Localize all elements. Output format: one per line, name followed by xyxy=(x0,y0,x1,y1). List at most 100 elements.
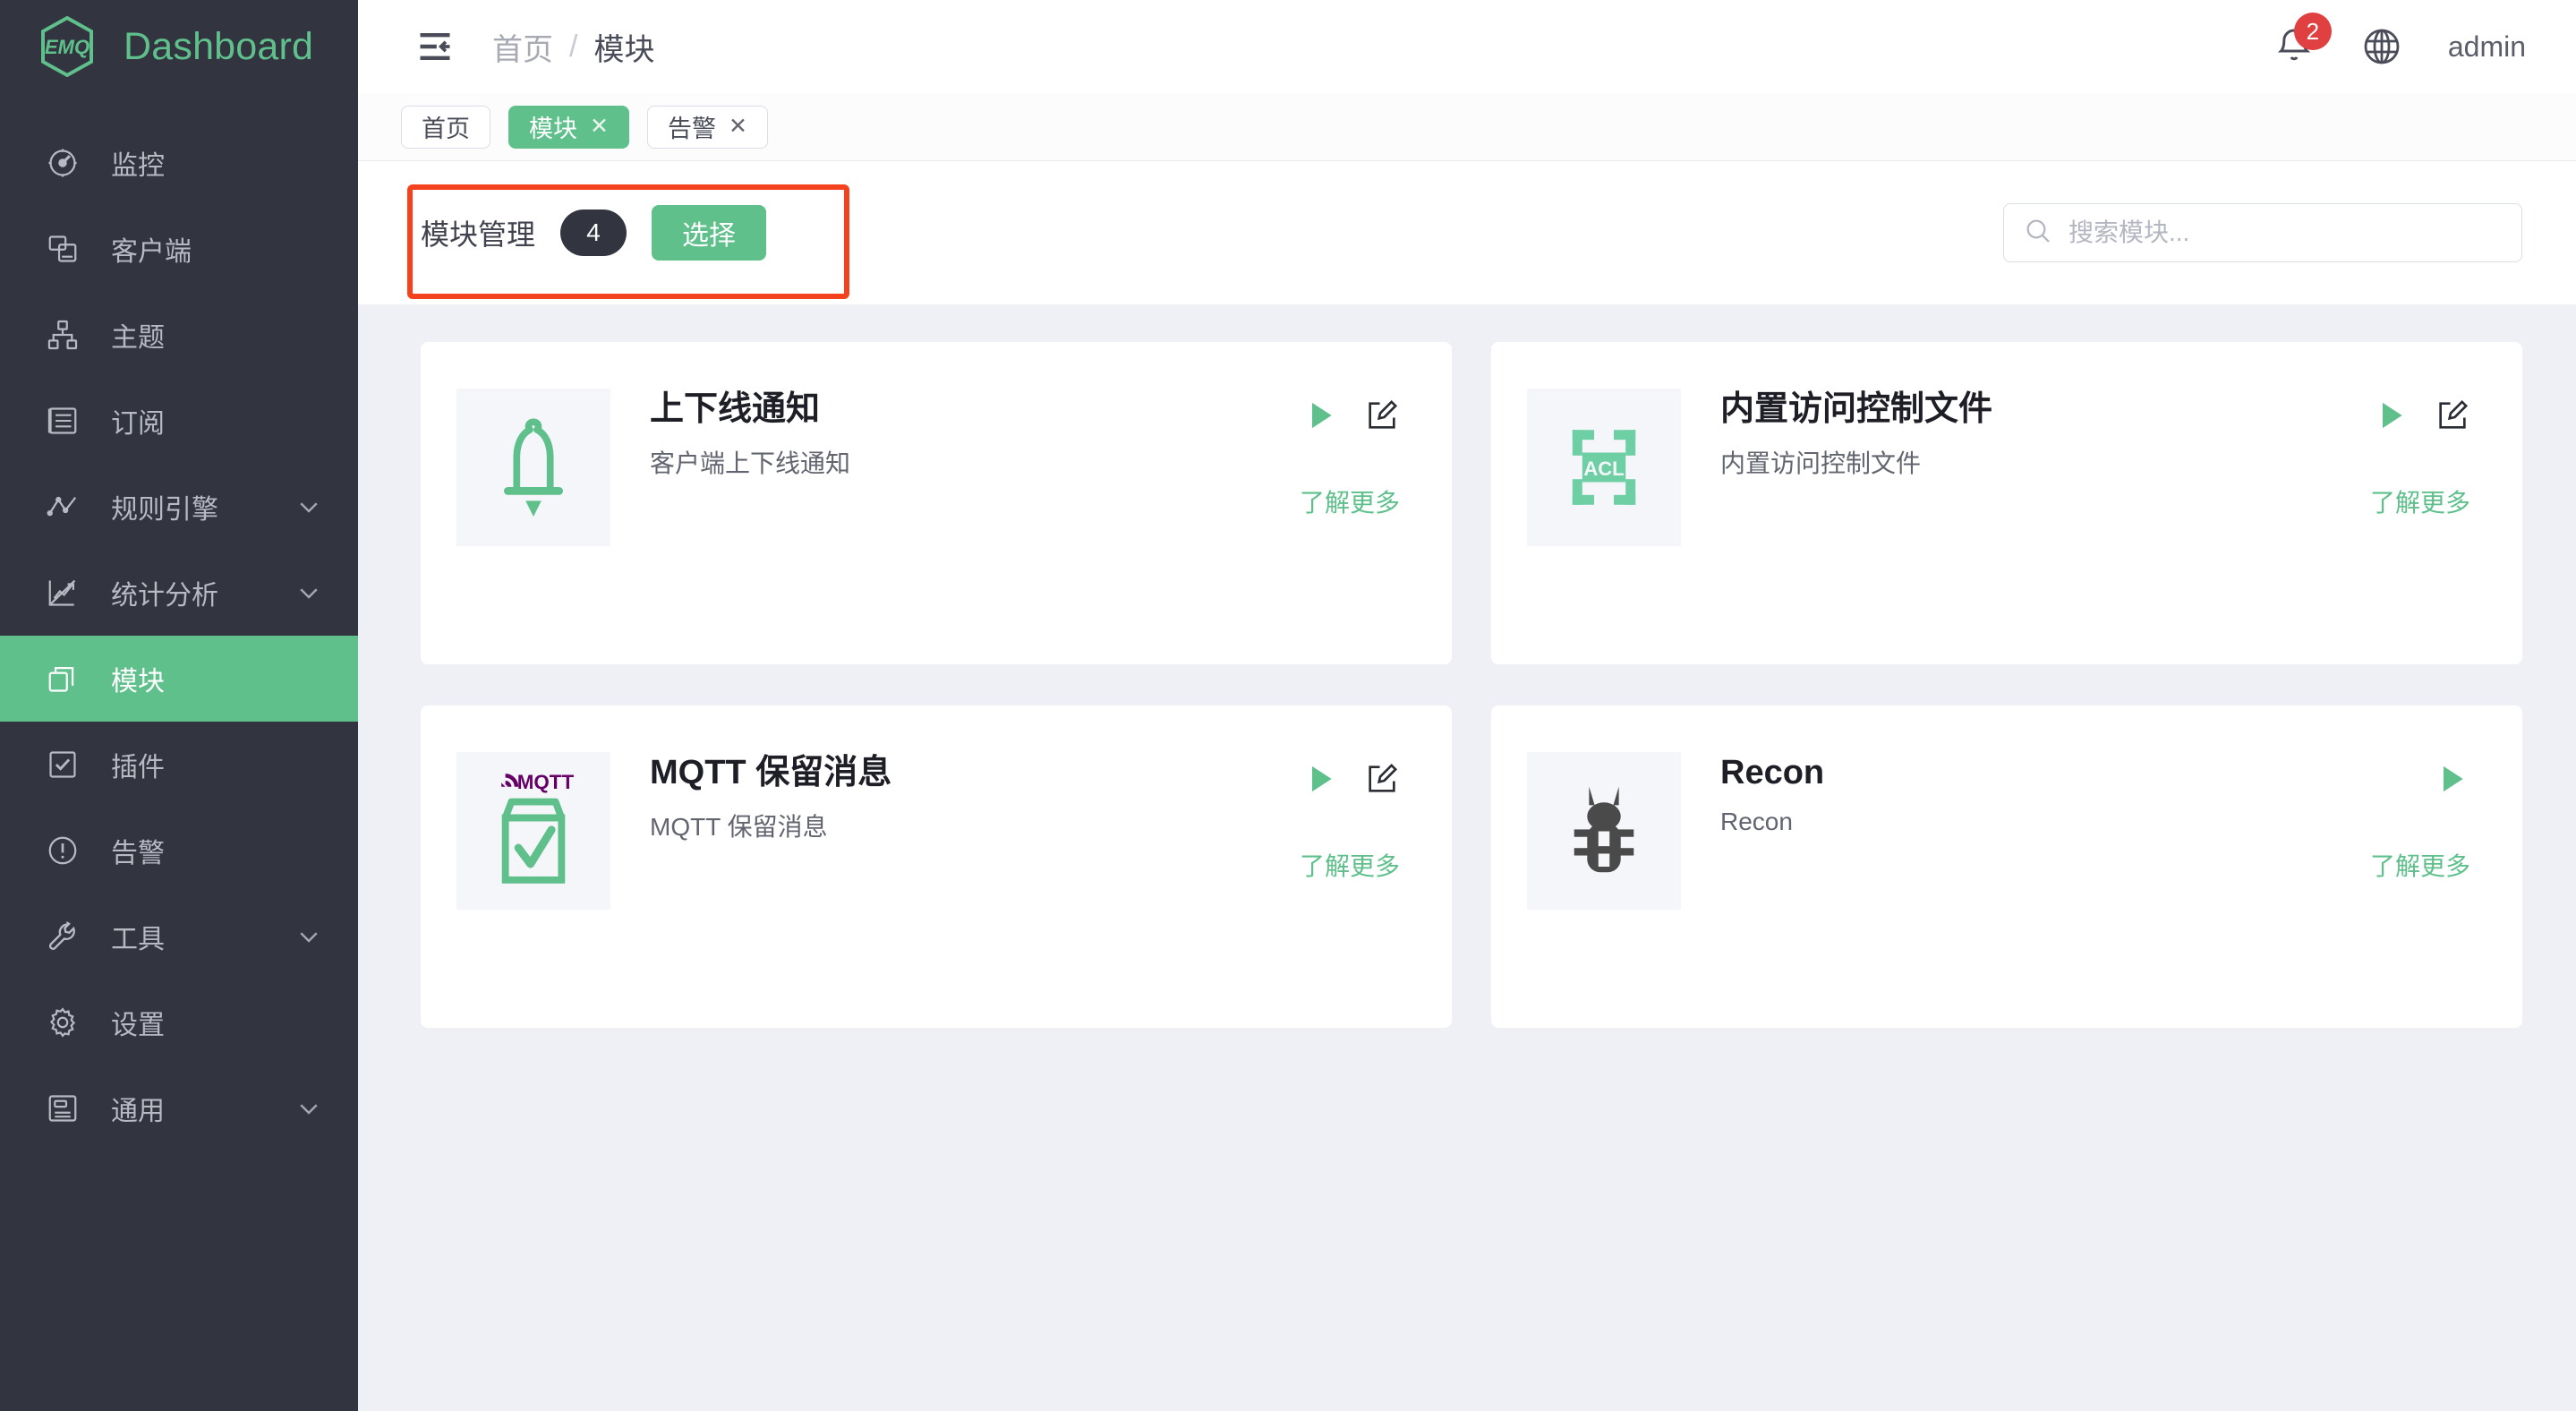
sidebar-item-topics[interactable]: 主题 xyxy=(0,292,358,378)
module-actions xyxy=(1303,398,1400,438)
user-menu[interactable]: admin xyxy=(2448,30,2526,64)
play-icon[interactable] xyxy=(1303,398,1339,438)
close-icon[interactable]: ✕ xyxy=(590,115,609,138)
tab-home[interactable]: 首页 xyxy=(401,105,490,149)
brand-header[interactable]: EMQ Dashboard xyxy=(0,0,358,93)
main-area: 首页 / 模块 2 admin 首页 模块 ✕ 告警 ✕ 模块管理 4 选择 搜… xyxy=(358,0,2576,1411)
module-info: Recon Recon xyxy=(1681,752,2472,1028)
chevron-down-icon xyxy=(295,1095,322,1122)
sidebar-item-label: 模块 xyxy=(111,667,165,697)
sidebar-item-label: 主题 xyxy=(111,323,165,353)
module-thumbnail: ACL xyxy=(1527,389,1681,546)
sidebar-item-analytics[interactable]: 统计分析 xyxy=(0,550,358,636)
page-title: 模块管理 xyxy=(421,218,536,251)
learn-more-link[interactable]: 了解更多 xyxy=(1300,483,1400,519)
play-icon[interactable] xyxy=(2374,398,2410,438)
sidebar-item-settings[interactable]: 设置 xyxy=(0,979,358,1065)
edit-icon[interactable] xyxy=(1364,398,1400,438)
module-actions xyxy=(2435,761,2470,801)
brand-title: Dashboard xyxy=(124,24,314,68)
acl-module-icon: ACL xyxy=(1555,408,1653,526)
notifications-button[interactable]: 2 xyxy=(2273,13,2332,68)
module-description: 内置访问控制文件 xyxy=(1720,449,1922,477)
close-icon[interactable]: ✕ xyxy=(729,115,747,138)
alert-icon xyxy=(45,833,81,868)
sidebar-nav: 监控 客户端 主题 订阅 规则引擎 统计分析 模块 插件 告警 工具 设置 通用 xyxy=(0,93,358,1151)
play-icon[interactable] xyxy=(2435,761,2470,801)
sidebar-item-label: 插件 xyxy=(111,753,165,782)
chevron-down-icon xyxy=(295,493,322,520)
search-input[interactable] xyxy=(2068,218,2502,247)
module-title: 内置访问控制文件 xyxy=(1720,390,1993,428)
sidebar-item-label: 设置 xyxy=(111,1011,165,1040)
learn-more-link[interactable]: 了解更多 xyxy=(2370,847,2470,883)
select-button[interactable]: 选择 xyxy=(652,205,767,261)
edit-icon[interactable] xyxy=(1364,761,1400,801)
module-thumbnail xyxy=(456,389,610,546)
learn-more-link[interactable]: 了解更多 xyxy=(2370,483,2470,519)
sidebar-item-modules[interactable]: 模块 xyxy=(0,636,358,722)
chevron-down-icon xyxy=(295,923,322,950)
gear-icon xyxy=(45,1005,81,1040)
svg-text:EMQ: EMQ xyxy=(45,36,90,58)
sidebar-item-label: 告警 xyxy=(111,839,165,868)
module-actions xyxy=(2374,398,2470,438)
module-title: MQTT 保留消息 xyxy=(650,754,892,791)
module-info: MQTT 保留消息 MQTT 保留消息 xyxy=(610,752,1402,1028)
bell-icon xyxy=(2273,29,2316,72)
modules-toolbar: 模块管理 4 选择 xyxy=(358,161,2576,304)
module-info: 上下线通知 客户端上下线通知 xyxy=(610,389,1402,664)
svg-text:ACL: ACL xyxy=(1583,458,1624,480)
emq-logo-icon: EMQ xyxy=(34,13,100,80)
module-thumbnail: MQTT xyxy=(456,752,610,910)
play-icon[interactable] xyxy=(1303,761,1339,801)
chevron-down-icon xyxy=(295,579,322,606)
modules-grid: 上下线通知 客户端上下线通知 了解更多 ACL 内置访问控制文件 内置访问控制文… xyxy=(421,342,2522,1028)
sidebar-item-subscriptions[interactable]: 订阅 xyxy=(0,378,358,464)
sidebar-item-plugins[interactable]: 插件 xyxy=(0,722,358,808)
sidebar-item-monitor[interactable]: 监控 xyxy=(0,120,358,206)
checkbox-icon xyxy=(45,747,81,782)
sidebar-item-alerts[interactable]: 告警 xyxy=(0,808,358,894)
topic-tree-icon xyxy=(45,317,81,353)
module-card-presence[interactable]: 上下线通知 客户端上下线通知 了解更多 xyxy=(421,342,1452,664)
module-card-retainer[interactable]: MQTT MQTT 保留消息 MQTT 保留消息 了解更多 xyxy=(421,706,1452,1028)
svg-text:MQTT: MQTT xyxy=(517,771,575,793)
breadcrumb-parent[interactable]: 首页 xyxy=(492,25,553,69)
tab-alerts[interactable]: 告警 ✕ xyxy=(646,105,768,149)
sidebar-item-clients[interactable]: 客户端 xyxy=(0,206,358,292)
sidebar-item-label: 工具 xyxy=(111,925,165,954)
sidebar-item-label: 客户端 xyxy=(111,237,192,267)
module-thumbnail xyxy=(1527,752,1681,910)
sidebar-item-label: 订阅 xyxy=(111,409,165,439)
tab-modules[interactable]: 模块 ✕ xyxy=(508,105,629,149)
tab-label: 首页 xyxy=(422,115,470,142)
sidebar-item-label: 规则引擎 xyxy=(111,495,218,525)
menu-fold-icon[interactable] xyxy=(415,27,455,66)
learn-more-link[interactable]: 了解更多 xyxy=(1300,847,1400,883)
module-description: Recon xyxy=(1720,807,1793,835)
bell-module-icon xyxy=(484,408,583,526)
search-box[interactable] xyxy=(2003,203,2522,262)
edit-icon[interactable] xyxy=(2435,398,2470,438)
tab-label: 模块 xyxy=(529,115,577,142)
sidebar-item-tools[interactable]: 工具 xyxy=(0,894,358,979)
sidebar-item-label: 统计分析 xyxy=(111,581,218,611)
sidebar-item-label: 监控 xyxy=(111,151,165,181)
breadcrumb-separator: / xyxy=(569,29,578,64)
content-area: 模块管理 4 选择 搜索模块... 上下线通知 客户端上下线通知 了解更多 AC… xyxy=(358,161,2576,1411)
sidebar-item-rule-engine[interactable]: 规则引擎 xyxy=(0,464,358,550)
toolbar-left-group: 模块管理 4 选择 xyxy=(421,205,767,261)
list-icon xyxy=(45,403,81,439)
module-card-recon[interactable]: Recon Recon 了解更多 xyxy=(1491,706,2522,1028)
clients-icon xyxy=(45,231,81,267)
breadcrumb-current: 模块 xyxy=(593,32,655,67)
tab-bar: 首页 模块 ✕ 告警 ✕ xyxy=(358,93,2576,161)
bug-module-icon xyxy=(1557,775,1651,887)
module-card-acl[interactable]: ACL 内置访问控制文件 内置访问控制文件 了解更多 xyxy=(1491,342,2522,664)
general-icon xyxy=(45,1090,81,1126)
breadcrumb: 首页 / 模块 xyxy=(492,25,654,69)
module-info: 内置访问控制文件 内置访问控制文件 xyxy=(1681,389,2472,664)
globe-icon[interactable] xyxy=(2360,25,2403,68)
sidebar-item-general[interactable]: 通用 xyxy=(0,1065,358,1151)
